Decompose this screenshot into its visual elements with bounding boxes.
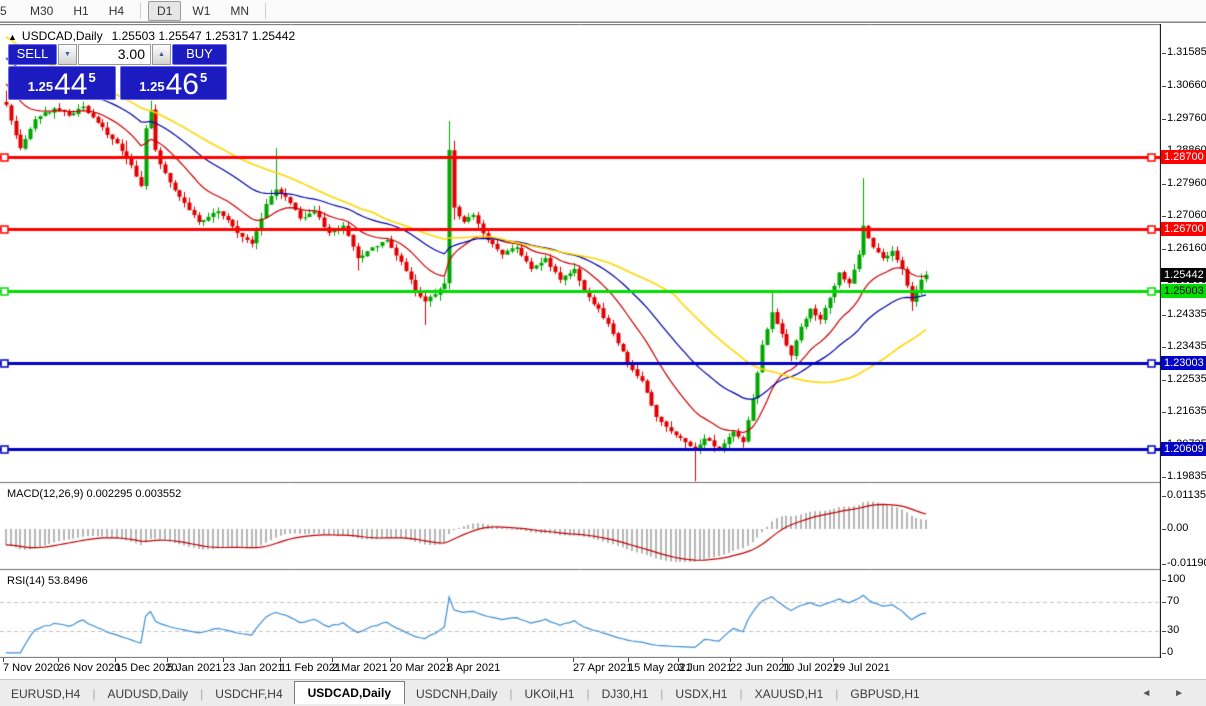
volume-decrease-button[interactable]: ▼ bbox=[58, 44, 77, 65]
toolbar-separator bbox=[140, 2, 142, 19]
timeframe-toolbar: 5 M30 H1 H4 D1 W1 MN bbox=[0, 0, 1206, 22]
date-label: 7 Nov 2020 bbox=[3, 662, 60, 674]
date-label: 10 Jul 2021 bbox=[782, 662, 839, 674]
tab-eurusd-h4[interactable]: EURUSD,H4 bbox=[0, 683, 91, 705]
sell-price-button[interactable]: 1.25 44 5 bbox=[8, 66, 116, 100]
sell-button[interactable]: SELL bbox=[8, 44, 57, 65]
price-tick-label: 1.19835 bbox=[1162, 469, 1206, 482]
tab-audusd-daily[interactable]: AUDUSD,Daily bbox=[96, 683, 199, 705]
price-line-label: 1.25003 bbox=[1161, 283, 1206, 298]
tab-usdcnh-daily[interactable]: USDCNH,Daily bbox=[405, 683, 508, 705]
tab-usdx-h1[interactable]: USDX,H1 bbox=[664, 683, 738, 705]
tab-separator: | bbox=[509, 686, 513, 701]
price-line-label: 1.26700 bbox=[1161, 222, 1206, 237]
price-tick-label: 1.31585 bbox=[1162, 46, 1206, 58]
trading-platform-window: 5 M30 H1 H4 D1 W1 MN ▲ USDCAD,Daily 1.25503 1.25… bbox=[0, 0, 1206, 706]
timeframe-mn[interactable]: MN bbox=[221, 1, 258, 21]
date-label: 23 Jan 2021 bbox=[223, 662, 284, 674]
collapse-arrow-icon[interactable]: ▲ bbox=[8, 32, 17, 42]
date-label: 5 Jan 2021 bbox=[167, 662, 222, 674]
tab-ukoil-h1[interactable]: UKOil,H1 bbox=[513, 683, 585, 705]
timeframe-h4[interactable]: H4 bbox=[100, 1, 133, 21]
buy-price-small: 1.25 bbox=[139, 79, 165, 94]
rsi-label: RSI(14) 53.8496 bbox=[7, 575, 88, 587]
sell-price-small: 1.25 bbox=[27, 79, 54, 94]
date-label: 20 Mar 2021 bbox=[390, 662, 452, 674]
price-tick-label: 1.26160 bbox=[1162, 241, 1206, 254]
date-label: 2 Mar 2021 bbox=[332, 662, 388, 674]
tab-scroll-arrows[interactable]: ◄ ► bbox=[1141, 688, 1194, 699]
macd-tick-label: 0.00 bbox=[1161, 522, 1189, 534]
price-tick-label: 1.24335 bbox=[1162, 307, 1206, 320]
buy-price-button[interactable]: 1.25 46 5 bbox=[119, 66, 227, 101]
timeframe-w1[interactable]: W1 bbox=[183, 1, 219, 21]
chart-canvas[interactable] bbox=[0, 24, 1161, 658]
rsi-tick-label: 0 bbox=[1161, 646, 1174, 658]
timeframe-d1[interactable]: D1 bbox=[148, 0, 182, 21]
price-tick-label: 1.30660 bbox=[1162, 79, 1206, 92]
chart-title: ▲ USDCAD,Daily 1.25503 1.25547 1.25317 1.2… bbox=[8, 29, 295, 43]
tab-separator: | bbox=[835, 686, 839, 701]
price-tick-label: 1.27060 bbox=[1162, 209, 1206, 222]
price-line-label: 1.20609 bbox=[1161, 442, 1206, 457]
volume-input[interactable]: 3.00 bbox=[78, 44, 151, 65]
macd-label: MACD(12,26,9) 0.002295 0.003552 bbox=[7, 488, 182, 500]
symbol-title: USDCAD,Daily bbox=[21, 29, 103, 43]
buy-price-big: 46 bbox=[165, 68, 199, 101]
date-label: 29 Jul 2021 bbox=[833, 662, 890, 674]
chart-tab-bar: EURUSD,H4 | AUDUSD,Daily | USDCHF,H4 USDCAD,D… bbox=[0, 679, 1206, 706]
sell-price-big: 44 bbox=[54, 68, 88, 101]
tab-separator: | bbox=[200, 686, 204, 701]
buy-price-sup: 5 bbox=[199, 70, 208, 85]
price-tick-label: 1.27960 bbox=[1162, 176, 1206, 189]
macd-tick-label: -0.01190 bbox=[1162, 557, 1206, 569]
ohlc-values: 1.25503 1.25547 1.25317 1.25442 bbox=[111, 29, 296, 43]
volume-increase-button[interactable]: ▲ bbox=[152, 44, 171, 65]
tab-separator: | bbox=[660, 686, 664, 701]
price-tick-label: 1.23435 bbox=[1162, 340, 1206, 353]
tab-separator: | bbox=[586, 686, 590, 701]
tab-xauusd-h1[interactable]: XAUUSD,H1 bbox=[744, 683, 835, 705]
date-label: 3 Jun 2021 bbox=[678, 662, 733, 674]
rsi-tick-label: 70 bbox=[1161, 594, 1180, 607]
timeframe-h1[interactable]: H1 bbox=[64, 1, 97, 21]
rsi-tick-label: 30 bbox=[1161, 624, 1180, 637]
timeframe-5[interactable]: 5 bbox=[0, 1, 19, 21]
price-line-label: 1.23003 bbox=[1161, 355, 1206, 370]
tab-separator: | bbox=[739, 686, 743, 701]
date-axis[interactable]: 7 Nov 2020 26 Nov 2020 15 Dec 2020 5 Jan 20… bbox=[0, 658, 1161, 680]
rsi-tick-label: 100 bbox=[1161, 573, 1186, 585]
date-label: 26 Nov 2020 bbox=[58, 662, 121, 674]
buy-button[interactable]: BUY bbox=[172, 44, 227, 65]
price-tick-label: 1.21635 bbox=[1162, 405, 1206, 418]
timeframe-m30[interactable]: M30 bbox=[21, 1, 62, 21]
tab-usdcad-daily[interactable]: USDCAD,Daily bbox=[293, 681, 405, 704]
chart-window: ▲ USDCAD,Daily 1.25503 1.25547 1.25317 1.2… bbox=[0, 22, 1206, 680]
one-click-trade-panel: SELL ▼ 3.00 ▲ BUY 1.25 44 5 1.25 46 5 bbox=[8, 44, 227, 100]
price-tick-label: 1.29760 bbox=[1162, 111, 1206, 124]
price-line-label: 1.25442 bbox=[1161, 267, 1206, 282]
date-label: 8 Apr 2021 bbox=[447, 662, 501, 674]
tab-separator: | bbox=[92, 686, 96, 701]
toolbar-separator bbox=[265, 2, 267, 19]
tab-gbpusd-h1[interactable]: GBPUSD,H1 bbox=[839, 683, 930, 705]
sell-price-sup: 5 bbox=[88, 70, 96, 85]
price-line-label: 1.28700 bbox=[1161, 150, 1206, 165]
price-tick-label: 1.22535 bbox=[1162, 372, 1206, 385]
macd-tick-label: 0.01135 bbox=[1162, 488, 1206, 501]
tab-usdchf-h4[interactable]: USDCHF,H4 bbox=[204, 683, 293, 705]
date-label: 27 Apr 2021 bbox=[573, 662, 633, 674]
tab-dj30-h1[interactable]: DJ30,H1 bbox=[591, 683, 660, 705]
price-axis[interactable]: 1.315851.306601.297601.288601.279601.270… bbox=[1161, 24, 1206, 680]
